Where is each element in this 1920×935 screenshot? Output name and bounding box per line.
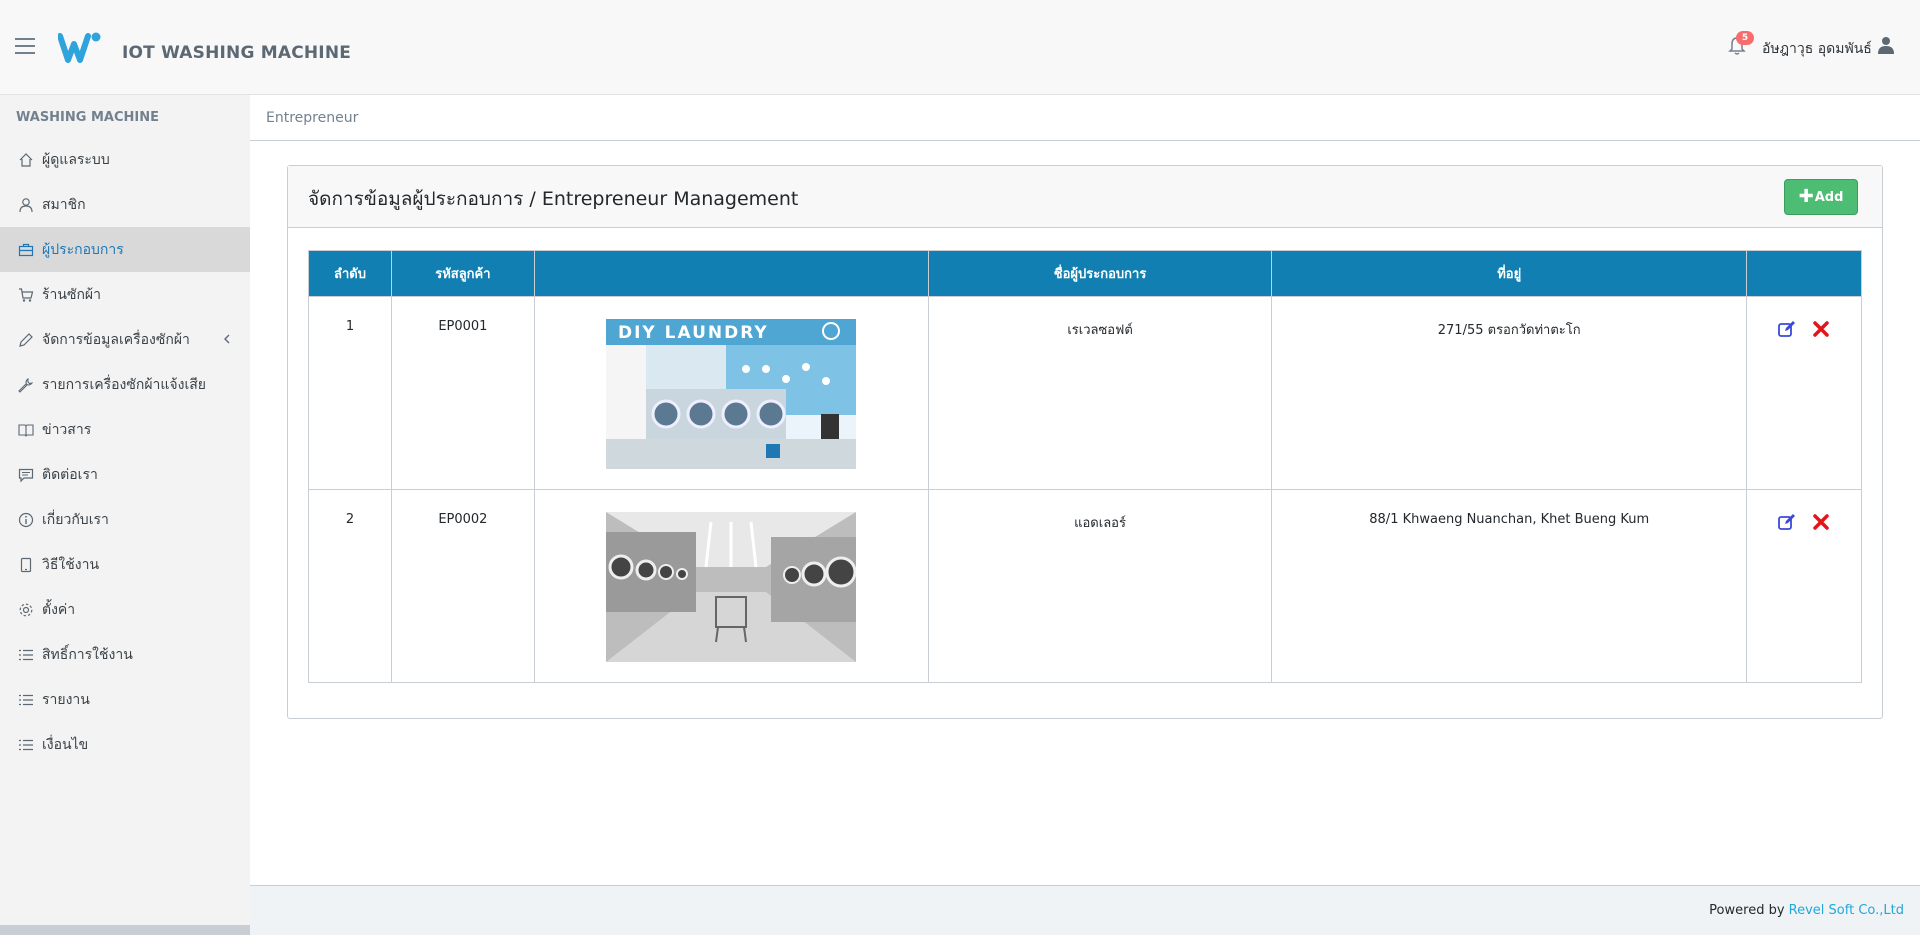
info-icon [18, 512, 34, 527]
footer: Powered by Revel Soft Co.,Ltd [250, 885, 1920, 935]
home-icon [19, 152, 33, 167]
sidebar-item-label: ผู้ดูแลระบบ [42, 151, 110, 168]
column-header-actions [1746, 250, 1862, 297]
main-content: จัดการข้อมูลผู้ประกอบการ / Entrepreneur … [250, 141, 1920, 885]
cart-icon [19, 287, 34, 302]
image-sign-text: DIY LAUNDRY [618, 323, 769, 343]
column-header-address: ที่อยู่ [1271, 250, 1748, 297]
sidebar-item-terms[interactable]: เงื่อนไข [0, 722, 250, 767]
column-header-image [533, 250, 929, 297]
sidebar-item-label: ร้านซักผ้า [42, 286, 101, 303]
hamburger-menu-icon[interactable] [15, 38, 35, 54]
actions-cell [1746, 489, 1862, 683]
entrepreneur-card: จัดการข้อมูลผู้ประกอบการ / Entrepreneur … [287, 165, 1883, 719]
entrepreneur-name: เรเวลซอฟต์ [927, 296, 1273, 490]
phone-icon [20, 557, 32, 572]
list-icon [19, 739, 33, 750]
briefcase-icon [18, 243, 34, 256]
sidebar-item-members[interactable]: สมาชิก [0, 182, 250, 227]
sidebar-item-contact[interactable]: ติดต่อเรา [0, 452, 250, 497]
add-button[interactable]: ✚ Add [1784, 179, 1858, 215]
app-header: IOT WASHING MACHINE 5 อัษฎาวุธ อุดมพันธ์ [0, 0, 1920, 95]
user-icon[interactable] [1878, 36, 1894, 54]
customer-code: EP0001 [390, 296, 535, 490]
sidebar-item-label: รายการเครื่องซักผ้าแจ้งเสีย [42, 376, 206, 393]
column-header-no: ลำดับ [308, 250, 392, 297]
sidebar-item-broken-machines[interactable]: รายการเครื่องซักผ้าแจ้งเสีย [0, 362, 250, 407]
sidebar-item-admin[interactable]: ผู้ดูแลระบบ [0, 137, 250, 182]
laundromat-image [606, 512, 857, 662]
footer-text: Powered by Revel Soft Co.,Ltd [1709, 903, 1904, 918]
edit-icon[interactable] [1777, 512, 1797, 532]
chevron-left-icon[interactable] [222, 332, 232, 346]
card-header: จัดการข้อมูลผู้ประกอบการ / Entrepreneur … [288, 166, 1882, 228]
powered-by-label: Powered by [1709, 903, 1785, 918]
sidebar-item-label: เงื่อนไข [42, 736, 89, 753]
table-row: 1 EP0001 DIY LAUNDRY เรเวลซอฟต์ 271/55 ต… [308, 296, 1862, 490]
notification-badge: 5 [1736, 31, 1754, 45]
list-icon [19, 694, 33, 705]
sidebar-item-label: ผู้ประกอบการ [42, 241, 124, 258]
row-number: 2 [308, 489, 392, 683]
chat-icon [18, 468, 34, 482]
user-name[interactable]: อัษฎาวุธ อุดมพันธ์ [1762, 38, 1872, 60]
edit-icon[interactable] [1777, 319, 1797, 339]
sidebar-item-label: รายงาน [42, 691, 90, 708]
sidebar-item-label: ข่าวสาร [42, 421, 92, 438]
pencil-icon [19, 332, 33, 347]
sidebar-item-entrepreneur[interactable]: ผู้ประกอบการ [0, 227, 250, 272]
company-link[interactable]: Revel Soft Co.,Ltd [1789, 903, 1904, 918]
sidebar-minimizer[interactable] [0, 925, 250, 935]
table-header-row: ลำดับ รหัสลูกค้า ชื่อผู้ประกอบการ ที่อยู… [308, 250, 1862, 297]
sidebar-item-laundry-shop[interactable]: ร้านซักผ้า [0, 272, 250, 317]
list-icon [19, 649, 33, 660]
entrepreneur-name: แอดเลอร์ [927, 489, 1273, 683]
delete-icon[interactable] [1811, 319, 1831, 339]
laundry-shop-image: DIY LAUNDRY [606, 319, 857, 469]
entrepreneur-address: 271/55 ตรอกวัดท่าตะโก [1271, 296, 1748, 490]
sidebar: WASHING MACHINE ผู้ดูแลระบบ สมาชิก ผู้ปร… [0, 95, 250, 935]
sidebar-item-label: จัดการข้อมูลเครื่องซักผ้า [42, 331, 190, 348]
actions-cell [1746, 296, 1862, 490]
entrepreneur-address: 88/1 Khwaeng Nuanchan, Khet Bueng Kum [1271, 489, 1748, 683]
row-number: 1 [308, 296, 392, 490]
column-header-name: ชื่อผู้ประกอบการ [927, 250, 1273, 297]
sidebar-item-label: ติดต่อเรา [42, 466, 98, 483]
sidebar-item-news[interactable]: ข่าวสาร [0, 407, 250, 452]
sidebar-item-label: เกี่ยวกับเรา [42, 511, 109, 528]
user-icon [19, 197, 33, 212]
customer-code: EP0002 [390, 489, 535, 683]
sidebar-section-title: WASHING MACHINE [16, 110, 159, 125]
page-title: จัดการข้อมูลผู้ประกอบการ / Entrepreneur … [308, 188, 799, 210]
breadcrumb-item[interactable]: Entrepreneur [266, 110, 358, 126]
app-logo [58, 32, 101, 63]
breadcrumb: Entrepreneur [250, 95, 1920, 141]
add-button-label: Add [1814, 189, 1844, 205]
column-header-code: รหัสลูกค้า [390, 250, 535, 297]
sidebar-item-label: วิธีใช้งาน [42, 556, 100, 573]
sidebar-item-permissions[interactable]: สิทธิ์การใช้งาน [0, 632, 250, 677]
wrench-icon [18, 377, 34, 393]
plus-icon: ✚ [1798, 186, 1814, 207]
sidebar-item-machine-management[interactable]: จัดการข้อมูลเครื่องซักผ้า [0, 317, 250, 362]
image-cell [533, 489, 929, 683]
sidebar-item-label: ตั้งค่า [42, 601, 76, 618]
sidebar-item-about[interactable]: เกี่ยวกับเรา [0, 497, 250, 542]
sidebar-item-how-to[interactable]: วิธีใช้งาน [0, 542, 250, 587]
image-cell: DIY LAUNDRY [533, 296, 929, 490]
app-title: IOT WASHING MACHINE [122, 43, 352, 63]
sidebar-item-reports[interactable]: รายงาน [0, 677, 250, 722]
gear-icon [19, 603, 33, 616]
sidebar-item-settings[interactable]: ตั้งค่า [0, 587, 250, 632]
sidebar-item-label: สมาชิก [42, 196, 86, 213]
book-icon [18, 423, 34, 437]
entrepreneur-table: ลำดับ รหัสลูกค้า ชื่อผู้ประกอบการ ที่อยู… [308, 250, 1862, 683]
delete-icon[interactable] [1811, 512, 1831, 532]
table-row: 2 EP0002 แอดเลอร์ 88/1 Khwaeng Nuanchan,… [308, 489, 1862, 683]
sidebar-item-label: สิทธิ์การใช้งาน [42, 646, 133, 663]
